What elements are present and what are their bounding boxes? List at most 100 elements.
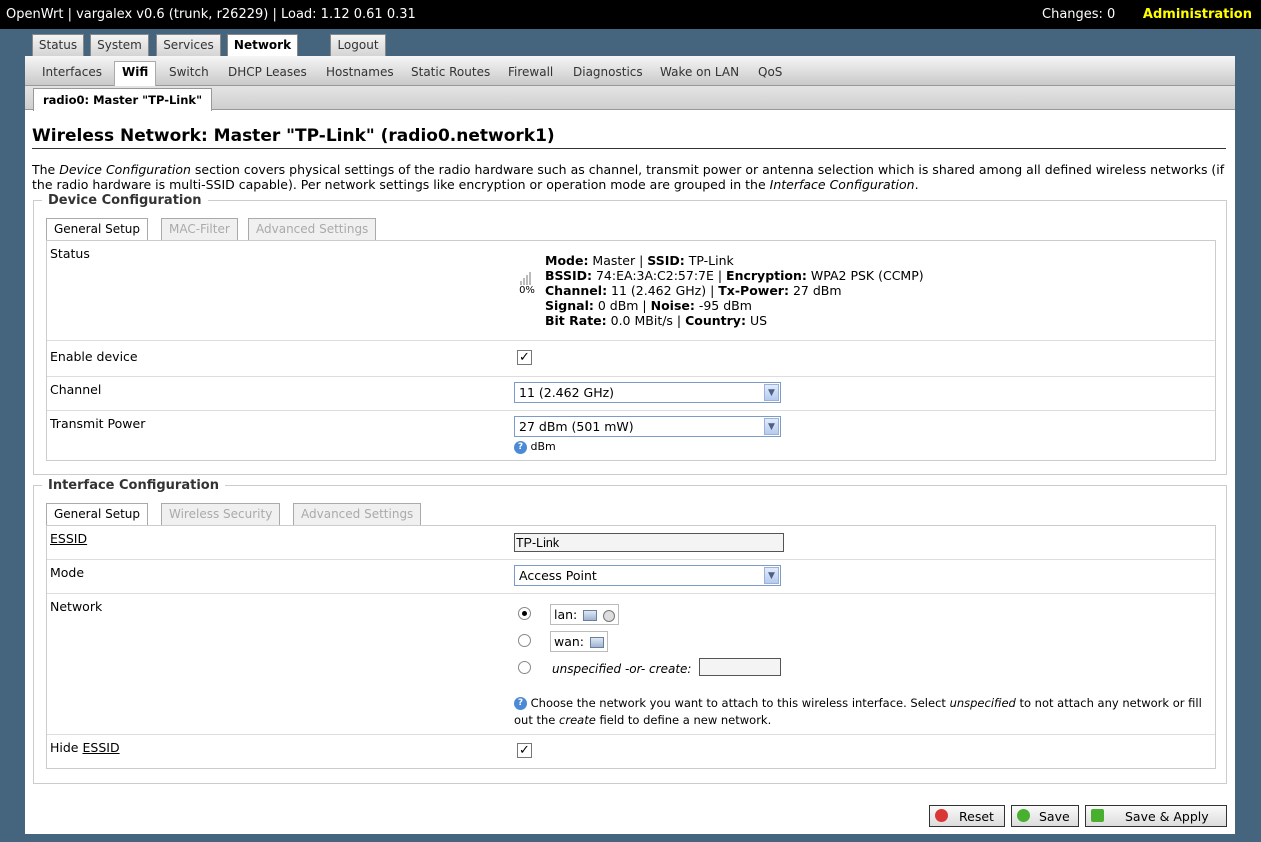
network-hint-text: Choose the network you want to attach to…	[530, 696, 950, 710]
tab-network[interactable]: Network	[227, 34, 298, 57]
status-value: TP-Link	[684, 253, 734, 268]
status-value: 0 dBm |	[593, 298, 651, 313]
status-key: Signal:	[545, 298, 594, 313]
network-hint: ? Choose the network you want to attach …	[514, 695, 1204, 729]
network-radio-wan[interactable]	[518, 634, 531, 647]
network-radio-lan[interactable]	[518, 607, 531, 620]
status-row: Status 0% Mode: Master | SSID: TP-Link B…	[47, 241, 1215, 341]
top-status-bar: OpenWrt | vargalex v0.6 (trunk, r26229) …	[0, 0, 1261, 29]
desc-em: Device Configuration	[59, 162, 191, 177]
status-key: BSSID:	[545, 268, 592, 283]
chevron-down-icon: ▼	[764, 418, 779, 435]
interface-configuration-section: Interface Configuration General Setup Wi…	[33, 478, 1227, 784]
signal-bars-icon	[517, 271, 537, 285]
transmit-power-hint: ? dBm	[514, 440, 556, 454]
tab-radio0-master[interactable]: radio0: Master "TP-Link"	[33, 88, 213, 111]
tab-iface-wireless-security[interactable]: Wireless Security	[161, 503, 281, 525]
status-key: Noise:	[650, 298, 695, 313]
tab-system[interactable]: System	[90, 34, 149, 56]
signal-indicator: 0%	[517, 271, 537, 296]
channel-select[interactable]: 11 (2.462 GHz) ▼	[514, 382, 781, 403]
tab-device-mac-filter[interactable]: MAC-Filter	[161, 218, 238, 240]
desc-text: section covers physical settings of the …	[32, 162, 1225, 192]
network-option-lan[interactable]: lan:	[550, 604, 620, 625]
network-unspecified-label: unspecified -or- create:	[552, 662, 692, 676]
reset-button[interactable]: Reset	[929, 805, 1005, 827]
tab-device-general-setup[interactable]: General Setup	[46, 218, 149, 241]
transmit-power-select[interactable]: 27 dBm (501 mW) ▼	[514, 416, 781, 437]
network-hint-em: unspecified	[949, 696, 1016, 710]
chevron-down-icon: ▼	[764, 567, 779, 584]
submenu-interfaces[interactable]: Interfaces	[42, 65, 102, 79]
hide-essid-label-text: Hide	[50, 740, 83, 755]
tab-iface-general-setup[interactable]: General Setup	[46, 503, 149, 526]
mode-label: Mode	[50, 565, 85, 580]
system-title: OpenWrt | vargalex v0.6 (trunk, r26229) …	[6, 7, 416, 22]
chevron-down-icon: ▼	[764, 384, 779, 401]
essid-input[interactable]	[514, 533, 784, 552]
submenu-wake-on-lan[interactable]: Wake on LAN	[660, 65, 739, 79]
status-key: Tx-Power:	[718, 283, 789, 298]
status-value: 74:EA:3A:C2:57:7E |	[592, 268, 727, 283]
submenu-diagnostics[interactable]: Diagnostics	[573, 65, 643, 79]
status-key: Mode:	[545, 253, 589, 268]
status-value: 0.0 MBit/s |	[606, 313, 686, 328]
mode-select[interactable]: Access Point ▼	[514, 565, 781, 586]
tab-status[interactable]: Status	[32, 34, 84, 56]
desc-text: .	[914, 177, 919, 192]
submenu-wifi[interactable]: Wifi	[114, 61, 157, 87]
network-hint-em: create	[559, 713, 596, 727]
hide-essid-row: Hide ESSID ✓	[47, 735, 1215, 769]
hide-essid-checkbox[interactable]: ✓	[517, 743, 532, 758]
save-apply-button[interactable]: Save & Apply	[1085, 805, 1227, 827]
submenu-dhcp-leases[interactable]: DHCP Leases	[228, 65, 307, 79]
status-key: Channel:	[545, 283, 608, 298]
submenu-hostnames[interactable]: Hostnames	[326, 65, 394, 79]
enable-device-row: Enable device ✓	[47, 341, 1215, 377]
submenu-qos[interactable]: QoS	[758, 65, 782, 79]
network-hint-text: field to define a new network.	[595, 713, 772, 727]
save-button-label: Save	[1039, 809, 1070, 824]
status-label: Status	[50, 246, 90, 261]
help-icon: ?	[514, 697, 527, 710]
tab-logout[interactable]: Logout	[330, 34, 386, 56]
transmit-power-label: Transmit Power	[50, 416, 146, 431]
wifi-icon	[603, 609, 616, 622]
tab-iface-advanced-settings[interactable]: Advanced Settings	[293, 503, 422, 525]
network-radio-unspecified[interactable]	[518, 661, 531, 674]
status-key: Bit Rate:	[545, 313, 607, 328]
reset-icon	[935, 809, 948, 822]
status-details: Mode: Master | SSID: TP-Link BSSID: 74:E…	[545, 253, 924, 328]
tab-device-advanced-settings[interactable]: Advanced Settings	[248, 218, 377, 240]
network-option-wan[interactable]: wan:	[550, 631, 609, 652]
enable-device-label: Enable device	[50, 349, 138, 364]
apply-icon	[1091, 809, 1104, 822]
save-button[interactable]: Save	[1011, 805, 1079, 827]
network-create-input[interactable]	[699, 658, 781, 676]
device-configuration-legend: Device Configuration	[48, 193, 202, 208]
reset-button-label: Reset	[959, 809, 994, 824]
administration-link[interactable]: Administration	[1143, 7, 1252, 22]
hide-essid-label: Hide ESSID	[50, 740, 120, 755]
interface-general-box: ESSID Mode Access Point ▼ Network lan:	[46, 525, 1216, 769]
page-title: Wireless Network: Master "TP-Link" (radi…	[32, 126, 1226, 149]
network-lan-label: lan:	[554, 607, 578, 622]
submenu-static-routes[interactable]: Static Routes	[411, 65, 490, 79]
submenu-firewall[interactable]: Firewall	[508, 65, 553, 79]
ethernet-icon	[590, 637, 605, 648]
enable-device-checkbox[interactable]: ✓	[517, 350, 532, 365]
hide-essid-label-abbr: ESSID	[82, 740, 120, 755]
network-submenu: Interfaces Wifi Switch DHCP Leases Hostn…	[25, 56, 1235, 87]
device-general-box: Status 0% Mode: Master | SSID: TP-Link B…	[46, 240, 1216, 461]
status-value: 11 (2.462 GHz) |	[607, 283, 719, 298]
status-value: 27 dBm	[788, 283, 842, 298]
page-description: The Device Configuration section covers …	[32, 162, 1228, 192]
device-configuration-section: Device Configuration General Setup MAC-F…	[33, 193, 1227, 475]
save-icon	[1017, 809, 1030, 822]
tab-services[interactable]: Services	[156, 34, 221, 56]
changes-counter[interactable]: Changes: 0	[1042, 7, 1115, 22]
submenu-switch[interactable]: Switch	[169, 65, 209, 79]
ethernet-icon	[583, 610, 598, 621]
network-wan-label: wan:	[554, 634, 585, 649]
status-key: Country:	[685, 313, 746, 328]
